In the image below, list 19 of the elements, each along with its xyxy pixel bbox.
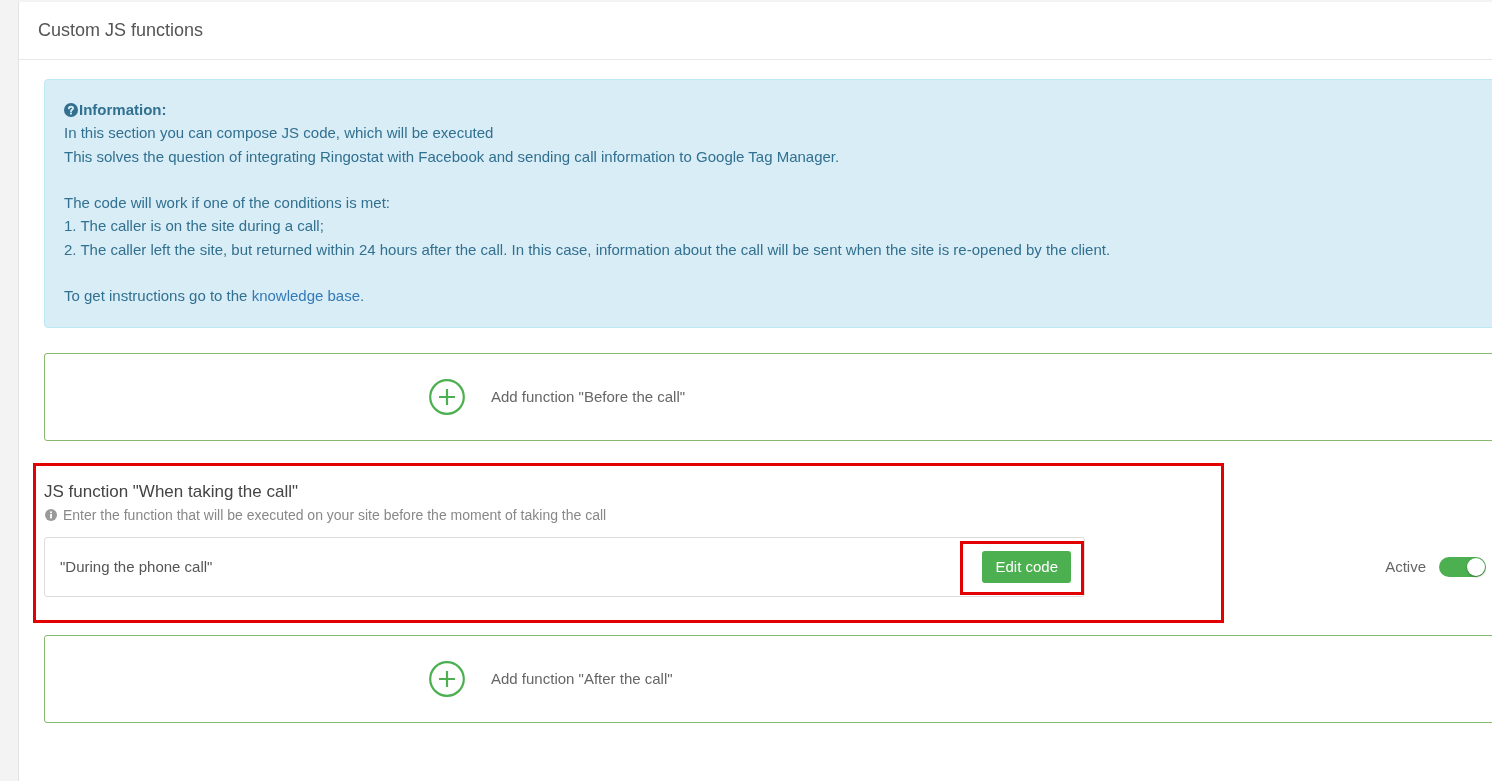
info-text: This solves the question of integrating Ringostat with Facebook and sending call information to Google Tag Manager. (64, 146, 841, 167)
plus-circle-icon (429, 378, 465, 415)
question-circle-icon (64, 102, 78, 117)
panel-title: Custom JS functions (38, 20, 204, 41)
info-text: 2. The caller left the site, but returned within 24 hours after the call. In this case, information about the call will be sent when the site is re-opened by the client. (64, 239, 1112, 260)
info-text: In this section you can compose JS code, which will be executed (64, 123, 495, 144)
info-text: 1. The caller is on the site during a call; (64, 216, 325, 237)
toggle-switch[interactable] (1439, 556, 1486, 577)
knowledge-base-link[interactable]: knowledge base (251, 287, 361, 305)
status-label: Active (1385, 558, 1426, 576)
add-function-button[interactable]: Add function "Before the call" (44, 352, 1492, 441)
info-text: To get instructions go to the knowledge base. (64, 286, 366, 307)
plus-circle-icon (429, 660, 465, 697)
info-text: The code will work if one of the conditions is met: (64, 193, 391, 214)
info-heading: Information: (79, 100, 167, 120)
info-icon (45, 508, 57, 521)
function-title: JS function "When taking the call" (44, 480, 299, 503)
function-hint: Enter the function that will be executed on your site before the moment of taking the call (63, 506, 607, 523)
add-function-button[interactable]: Add function "After the call" (44, 634, 1492, 723)
